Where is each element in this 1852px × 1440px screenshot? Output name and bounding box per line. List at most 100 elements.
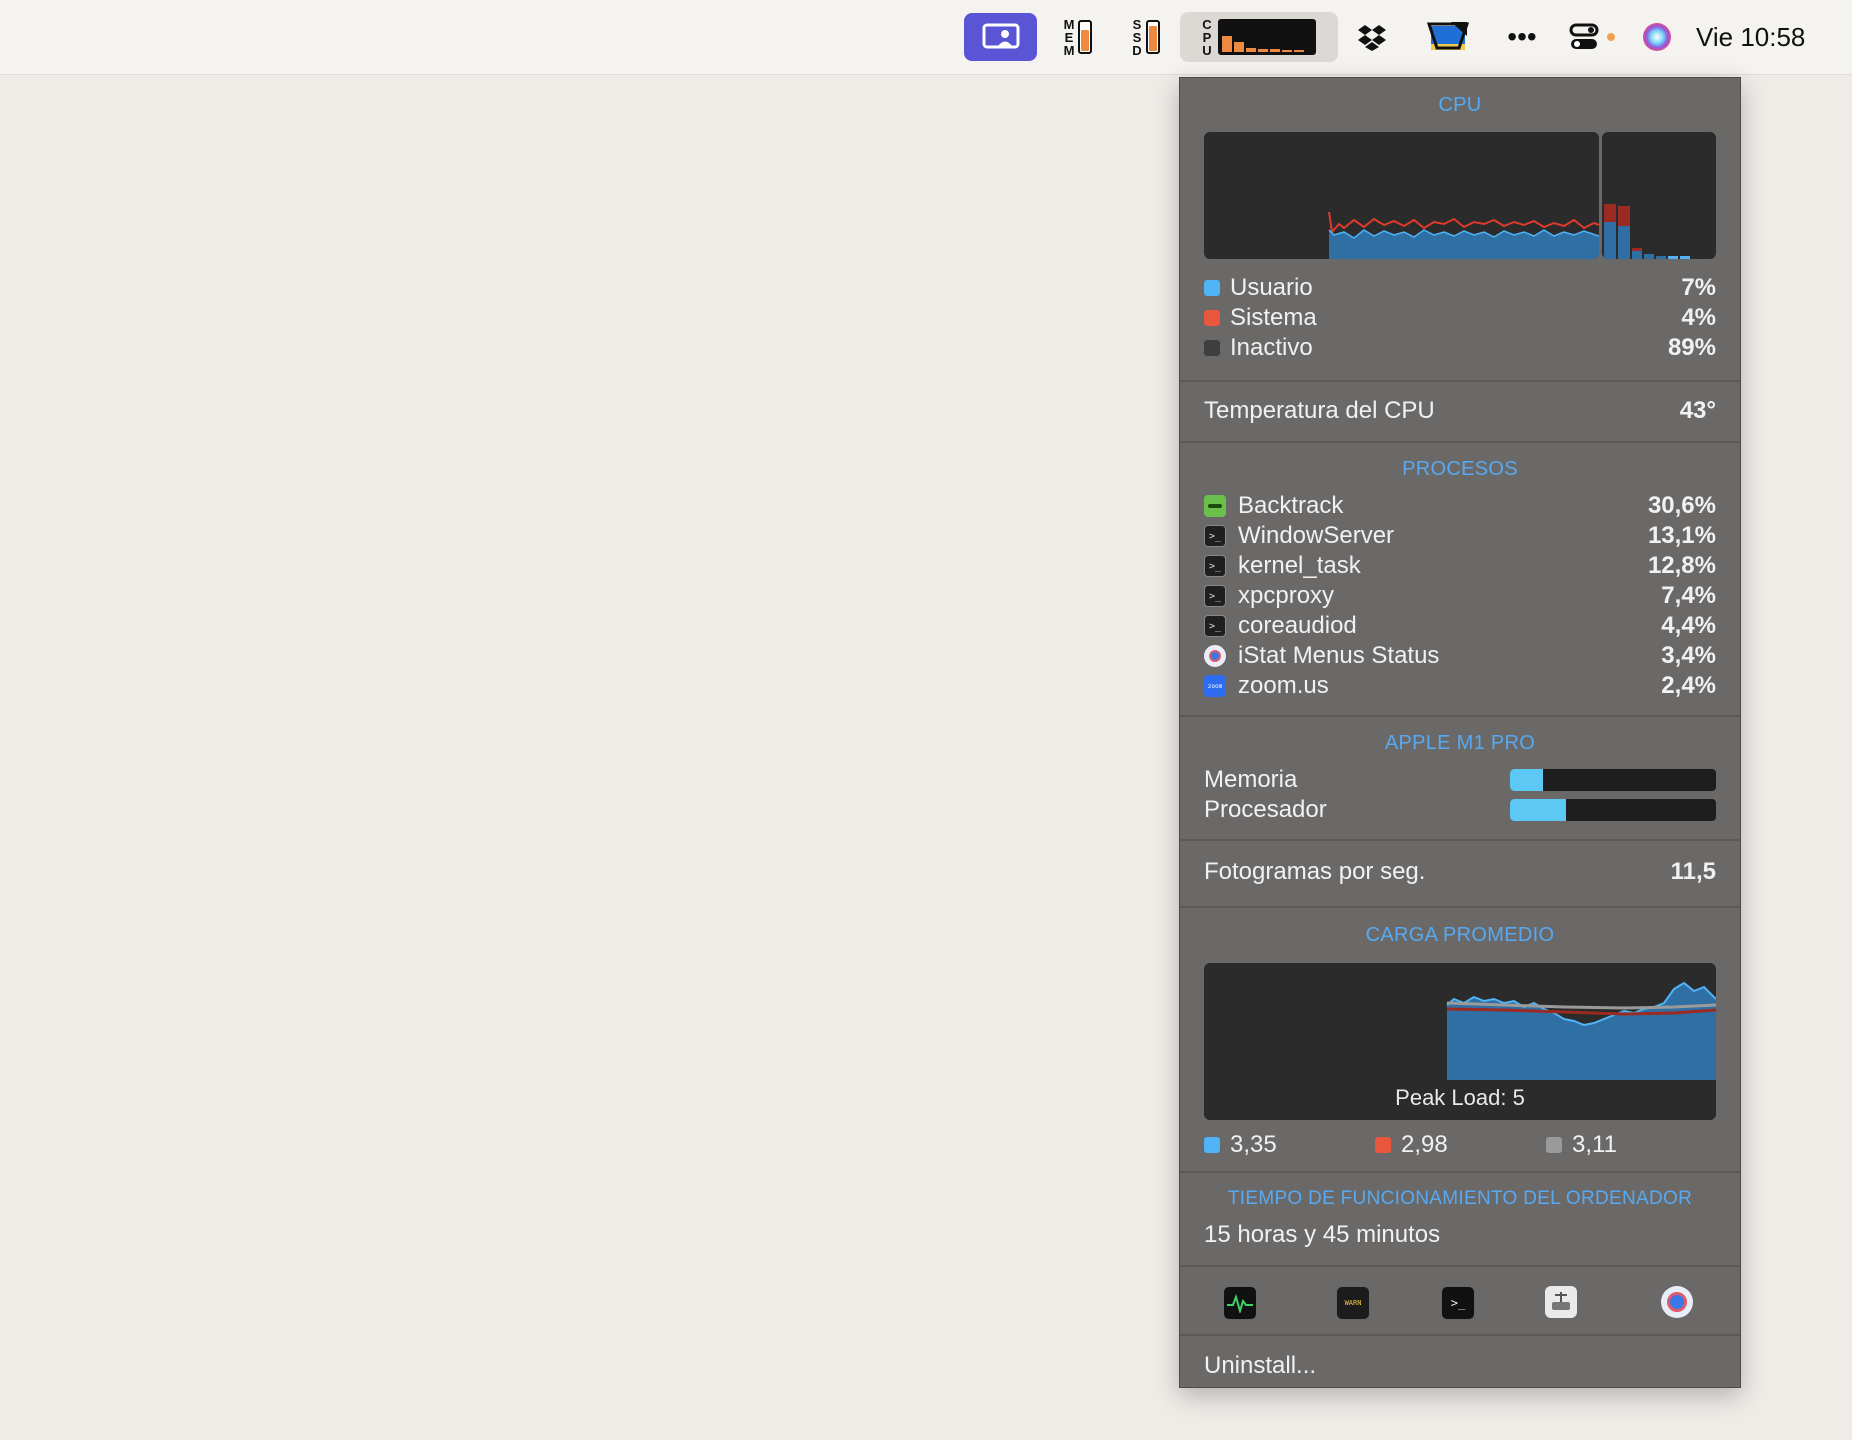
menubar-clock[interactable]: Vie 10:58	[1696, 0, 1836, 74]
divider	[1180, 906, 1740, 908]
terminal-icon: >_	[1204, 615, 1226, 637]
load-avg-1-swatch	[1204, 1137, 1220, 1153]
process-value: 2,4%	[1661, 672, 1716, 699]
load-averages-row: 3,35 2,98 3,11	[1204, 1130, 1716, 1160]
user-swatch	[1204, 280, 1220, 296]
zoom-icon: zoom	[1204, 675, 1226, 697]
ssd-level-indicator	[1145, 20, 1160, 54]
backtrack-icon	[1204, 495, 1226, 517]
cpu-idle-row: Inactivo 89%	[1204, 333, 1716, 363]
cpu-history-graph	[1204, 132, 1599, 259]
process-name: iStat Menus Status	[1238, 642, 1440, 669]
mem-label: MEM	[1063, 16, 1075, 58]
cpu-mini-graph	[1217, 19, 1316, 55]
load-average-graph: Peak Load: 5	[1204, 963, 1716, 1120]
fps-value: 11,5	[1670, 858, 1716, 885]
load-avg-5-swatch	[1375, 1137, 1391, 1153]
terminal-icon: >_	[1204, 525, 1226, 547]
gpu-processor-bar	[1510, 799, 1716, 821]
process-row[interactable]: zoom zoom.us 2,4%	[1204, 671, 1716, 701]
process-row[interactable]: Backtrack 30,6%	[1204, 491, 1716, 521]
process-name: coreaudiod	[1238, 612, 1357, 639]
terminal-icon[interactable]: >_	[1441, 1286, 1475, 1320]
idle-label: Inactivo	[1230, 334, 1313, 361]
cpu-section-title: CPU	[1438, 94, 1482, 116]
process-row[interactable]: iStat Menus Status 3,4%	[1204, 641, 1716, 671]
system-swatch	[1204, 310, 1220, 326]
gpu-memory-row: Memoria	[1204, 765, 1716, 795]
gpu-section-title: APPLE M1 PRO	[1384, 732, 1536, 754]
process-name: Backtrack	[1238, 492, 1344, 519]
memory-status-item[interactable]: MEM	[1056, 0, 1100, 74]
indicator-dot	[1607, 33, 1615, 41]
load-section-title: CARGA PROMEDIO	[1365, 924, 1555, 946]
istat-icon[interactable]	[1661, 1286, 1693, 1318]
user-label: Usuario	[1230, 274, 1313, 301]
console-icon[interactable]: WARN	[1336, 1286, 1370, 1320]
idle-swatch	[1204, 340, 1220, 356]
dropbox-icon[interactable]	[1356, 0, 1388, 74]
uptime-section-title: TIEMPO DE FUNCIONAMIENTO DEL ORDENADOR	[1227, 1188, 1693, 1209]
process-value: 30,6%	[1647, 492, 1716, 519]
temperature-label: Temperatura del CPU	[1204, 397, 1435, 424]
fps-row: Fotogramas por seg. 11,5	[1204, 857, 1716, 887]
more-dots-icon[interactable]: •••	[1500, 0, 1544, 74]
load-avg-1-value: 3,35	[1230, 1131, 1277, 1158]
divider	[1180, 839, 1740, 841]
siri-icon[interactable]	[1640, 0, 1674, 74]
divider	[1180, 1334, 1740, 1336]
peak-load-label: Peak Load: 5	[1395, 1085, 1525, 1110]
process-value: 3,4%	[1661, 642, 1716, 669]
activity-monitor-icon[interactable]	[1223, 1286, 1257, 1320]
divider	[1180, 441, 1740, 443]
process-value: 4,4%	[1661, 612, 1716, 639]
cpu-user-row: Usuario 7%	[1204, 273, 1716, 303]
gpu-memory-label: Memoria	[1204, 766, 1298, 793]
cpu-temperature-row[interactable]: Temperatura del CPU 43°	[1204, 396, 1716, 426]
control-center-icon[interactable]	[1564, 0, 1620, 74]
gpu-processor-label: Procesador	[1204, 796, 1327, 823]
process-name: xpcproxy	[1238, 582, 1335, 609]
menu-bar: MEM SSD CPU ••• Vie 10:58	[0, 0, 1852, 75]
cpu-status-item[interactable]: CPU	[1180, 12, 1338, 62]
display-icon[interactable]	[1424, 0, 1472, 74]
divider	[1180, 380, 1740, 382]
load-avg-15-value: 3,11	[1572, 1131, 1617, 1158]
terminal-icon: >_	[1204, 555, 1226, 577]
process-name: kernel_task	[1238, 552, 1361, 579]
ssd-label: SSD	[1132, 16, 1142, 58]
uptime-value: 15 horas y 45 minutos	[1204, 1221, 1441, 1248]
process-row[interactable]: >_ kernel_task 12,8%	[1204, 551, 1716, 581]
load-avg-1: 3,35	[1204, 1131, 1375, 1159]
divider	[1180, 1265, 1740, 1267]
system-value: 4%	[1681, 304, 1716, 331]
load-avg-5-value: 2,98	[1401, 1131, 1448, 1158]
process-row[interactable]: >_ WindowServer 13,1%	[1204, 521, 1716, 551]
cpu-core-bars	[1602, 132, 1716, 259]
gpu-memory-bar	[1510, 769, 1716, 791]
screen-share-icon[interactable]	[964, 13, 1037, 61]
process-row[interactable]: >_ xpcproxy 7,4%	[1204, 581, 1716, 611]
fps-label: Fotogramas por seg.	[1204, 858, 1426, 885]
process-name: zoom.us	[1238, 672, 1329, 699]
uninstall-menu-item[interactable]: Uninstall...	[1204, 1351, 1716, 1381]
system-label: Sistema	[1230, 304, 1317, 331]
istat-icon	[1204, 645, 1226, 667]
terminal-icon: >_	[1204, 585, 1226, 607]
load-avg-15-swatch	[1546, 1137, 1562, 1153]
process-row[interactable]: >_ coreaudiod 4,4%	[1204, 611, 1716, 641]
load-avg-15: 3,11	[1546, 1131, 1716, 1159]
uptime-row: 15 horas y 45 minutos	[1204, 1220, 1716, 1250]
memory-level-indicator	[1078, 20, 1093, 54]
divider	[1180, 1171, 1740, 1173]
gpu-processor-row: Procesador	[1204, 795, 1716, 825]
process-value: 13,1%	[1647, 522, 1716, 549]
ssd-status-item[interactable]: SSD	[1124, 0, 1168, 74]
cpu-system-row: Sistema 4%	[1204, 303, 1716, 333]
uninstall-label: Uninstall...	[1204, 1352, 1317, 1379]
processes-section-title: PROCESOS	[1402, 458, 1518, 480]
disk-utility-icon[interactable]	[1545, 1286, 1577, 1318]
process-name: WindowServer	[1238, 522, 1395, 549]
idle-value: 89%	[1667, 334, 1716, 361]
cpu-label: CPU	[1202, 16, 1212, 58]
